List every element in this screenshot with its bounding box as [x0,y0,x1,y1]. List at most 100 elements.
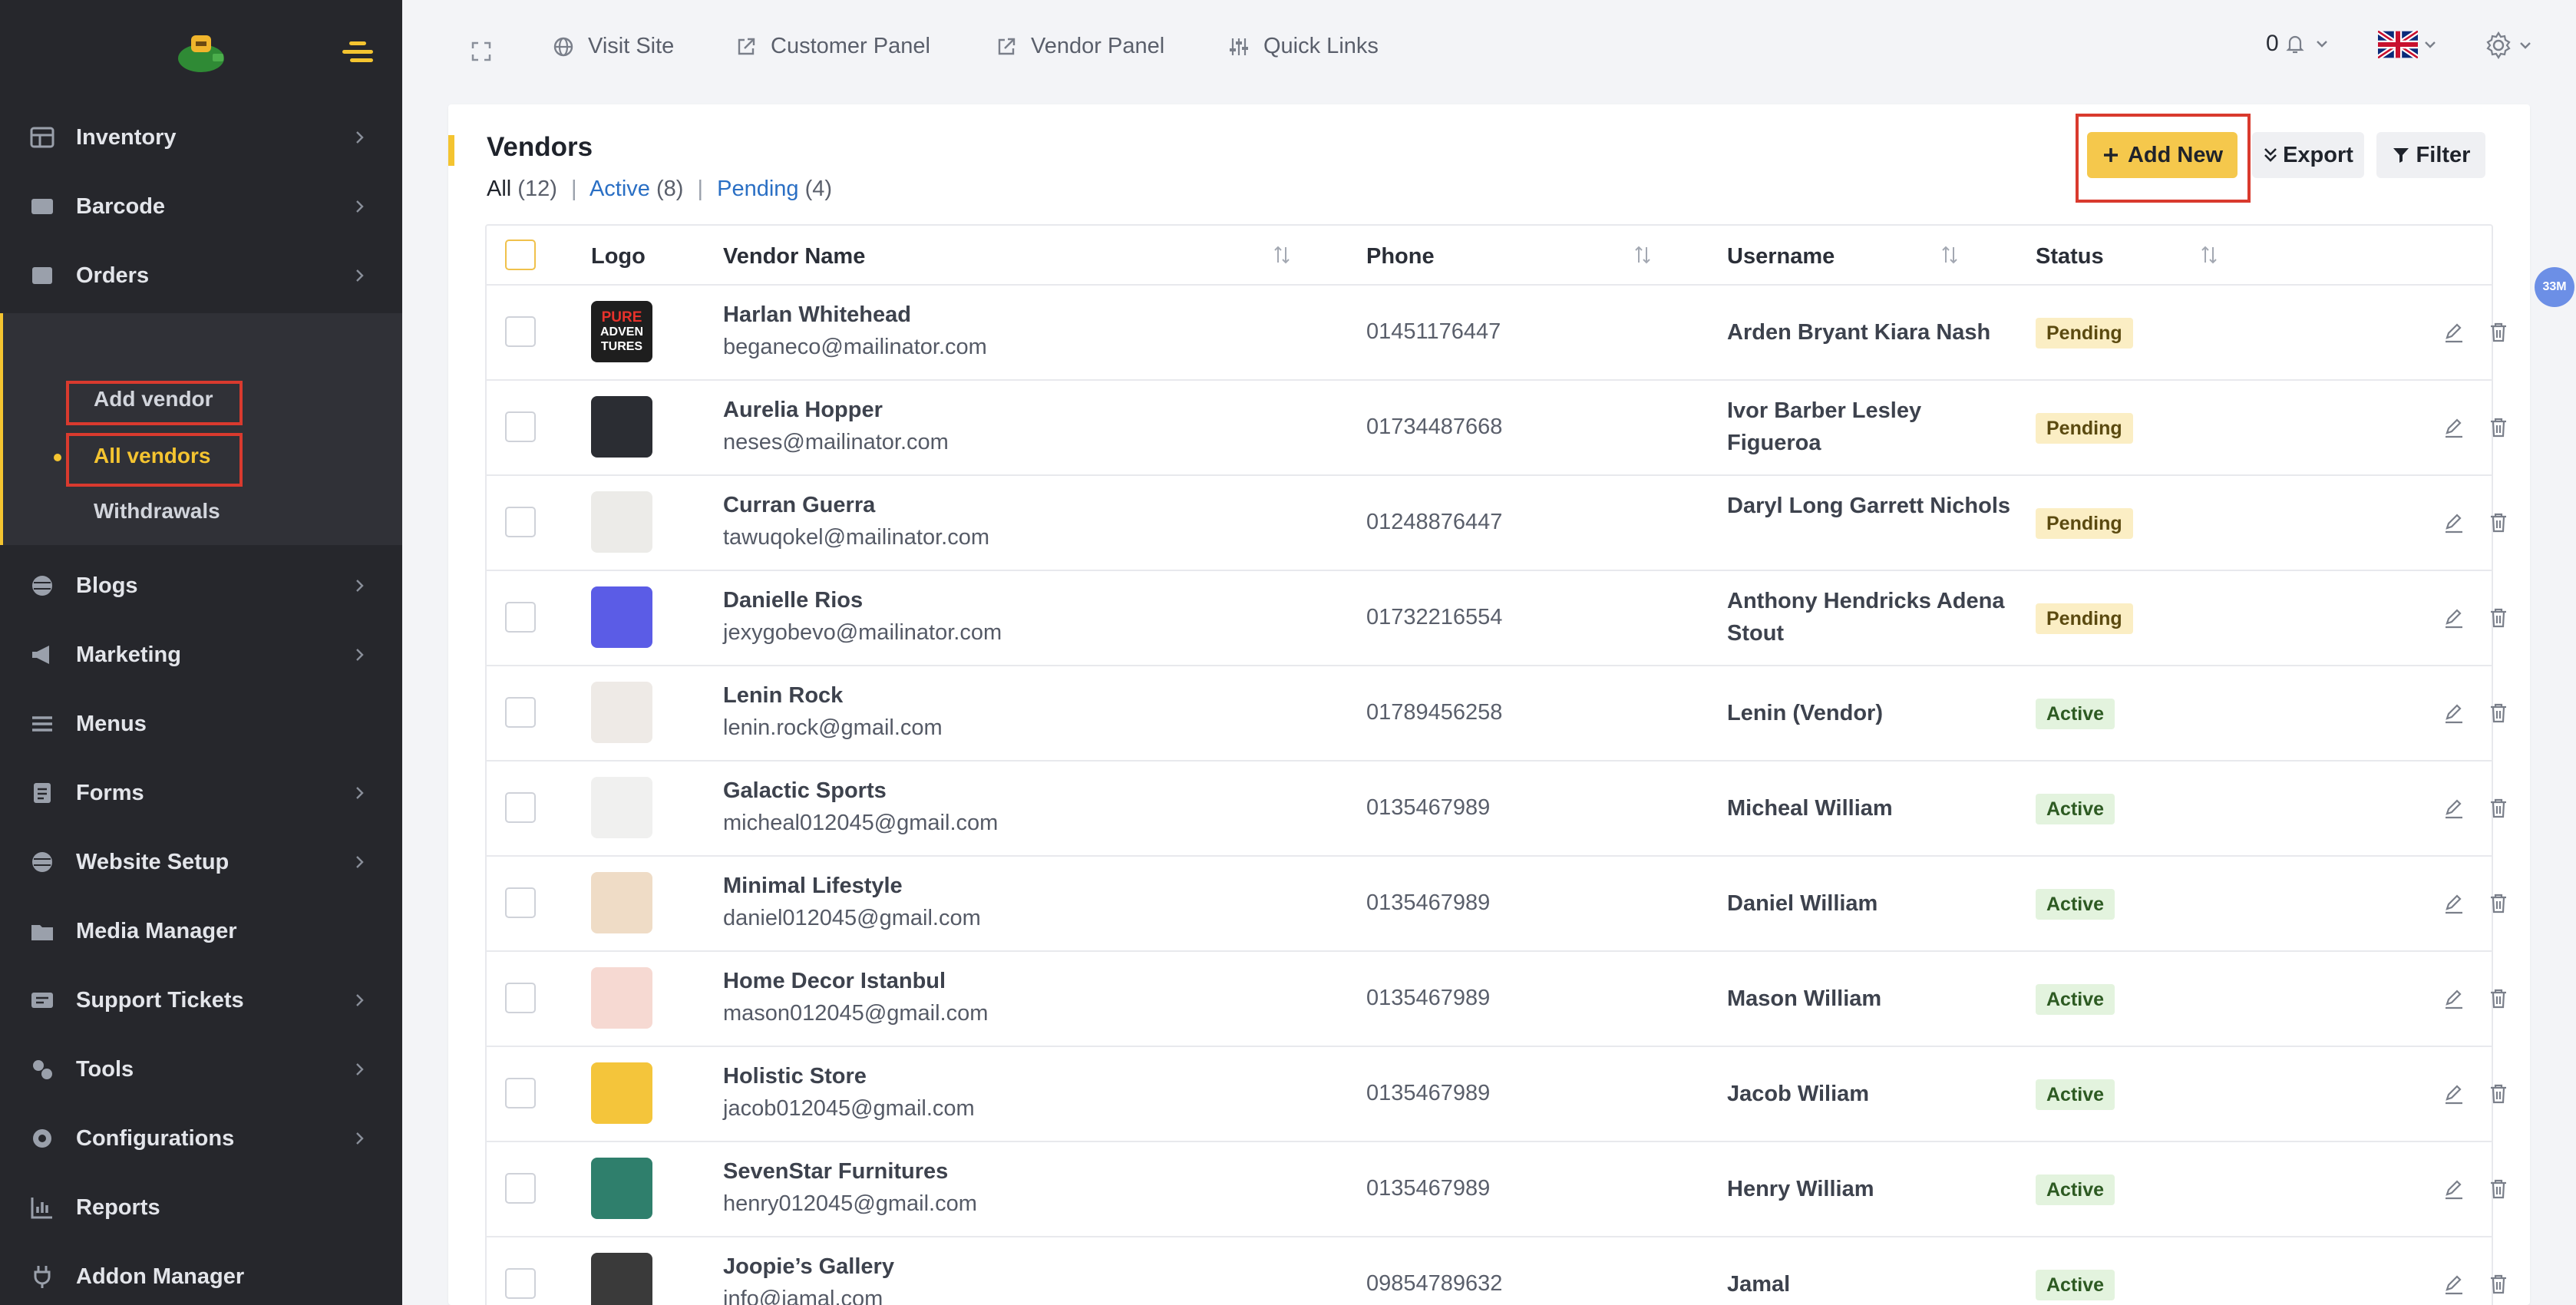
notifications-button[interactable]: 0 [2266,31,2330,57]
sidebar-item-orders[interactable]: Orders [0,241,402,310]
vendor-username: Mason William [1727,986,1882,1011]
row-checkbox[interactable] [505,1173,536,1204]
sidebar-item-media-manager[interactable]: Media Manager [0,897,402,966]
vendor-name[interactable]: Curran Guerra [723,493,875,518]
sidebar-item-configurations[interactable]: Configurations [0,1104,402,1173]
select-all-checkbox[interactable] [505,240,536,270]
table-row[interactable]: Aurelia Hopper neses@mailinator.com 0173… [485,381,2506,476]
sidebar-item-forms[interactable]: Forms [0,758,402,828]
edit-icon[interactable] [2442,892,2465,915]
trash-icon[interactable] [2487,416,2510,439]
sidebar-item-marketing[interactable]: Marketing [0,620,402,689]
trash-icon[interactable] [2487,702,2510,725]
trash-icon[interactable] [2487,1273,2510,1296]
sort-icon[interactable] [1940,243,1959,267]
column-header-status[interactable]: Status [2036,244,2104,269]
topbar: Visit Site Customer Panel Vendor Panel Q… [402,0,2576,103]
trash-icon[interactable] [2487,321,2510,344]
sidebar-item-reports[interactable]: Reports [0,1173,402,1242]
sidebar-item-blogs[interactable]: Blogs [0,551,402,620]
table-row[interactable]: Lenin Rock lenin.rock@gmail.com 01789456… [485,666,2506,762]
vendor-name[interactable]: Joopie’s Gallery [723,1254,894,1280]
edit-icon[interactable] [2442,987,2465,1010]
brand-logo[interactable] [174,28,228,75]
table-row[interactable]: Home Decor Istanbul mason012045@gmail.co… [485,952,2506,1047]
trash-icon[interactable] [2487,1082,2510,1105]
sort-icon[interactable] [1273,243,1291,267]
trash-icon[interactable] [2487,606,2510,629]
filter-all[interactable]: All [487,177,511,201]
table-row[interactable]: Joopie’s Gallery info@jamal.com 09854789… [485,1237,2506,1305]
row-checkbox[interactable] [505,697,536,728]
edit-icon[interactable] [2442,511,2465,534]
trash-icon[interactable] [2487,892,2510,915]
vendor-name[interactable]: SevenStar Furnitures [723,1159,948,1184]
menu-toggle-icon[interactable] [342,40,373,64]
sidebar-subitem-withdrawals[interactable]: Withdrawals [94,499,220,524]
sidebar-item-website-setup[interactable]: Website Setup [0,828,402,897]
trash-icon[interactable] [2487,797,2510,820]
trash-icon[interactable] [2487,987,2510,1010]
table-row[interactable]: Minimal Lifestyle daniel012045@gmail.com… [485,857,2506,952]
row-checkbox[interactable] [505,1078,536,1108]
sidebar-item-menus[interactable]: Menus [0,689,402,758]
row-checkbox[interactable] [505,983,536,1013]
edit-icon[interactable] [2442,321,2465,344]
row-checkbox[interactable] [505,1268,536,1299]
vendor-name[interactable]: Lenin Rock [723,683,843,709]
filter-pending[interactable]: Pending [717,177,798,201]
sidebar-item-support-tickets[interactable]: Support Tickets [0,966,402,1035]
sidebar-item-addon-manager[interactable]: Addon Manager [0,1242,402,1305]
column-header-phone[interactable]: Phone [1366,244,1435,269]
vendor-name[interactable]: Home Decor Istanbul [723,969,946,994]
table-row[interactable]: Danielle Rios jexygobevo@mailinator.com … [485,571,2506,666]
edit-icon[interactable] [2442,702,2465,725]
column-header-vendor-name[interactable]: Vendor Name [723,244,865,269]
row-checkbox[interactable] [505,507,536,537]
edit-icon[interactable] [2442,797,2465,820]
row-checkbox[interactable] [505,411,536,442]
vendor-logo: PURE ADVEN TURES [591,301,652,362]
edit-icon[interactable] [2442,1273,2465,1296]
sidebar-item-tools[interactable]: Tools [0,1035,402,1104]
sidebar-item-inventory[interactable]: Inventory [0,103,402,172]
edit-icon[interactable] [2442,606,2465,629]
filter-active[interactable]: Active [590,177,650,201]
floating-badge[interactable]: 33M [2535,267,2574,307]
column-header-username[interactable]: Username [1727,244,1835,269]
trash-icon[interactable] [2487,1178,2510,1201]
row-checkbox[interactable] [505,887,536,918]
visit-site-link[interactable]: Visit Site [553,34,674,59]
filter-button[interactable]: Filter [2376,132,2485,178]
sidebar-item-barcode[interactable]: Barcode [0,172,402,241]
table-row[interactable]: SevenStar Furnitures henry012045@gmail.c… [485,1142,2506,1237]
settings-button[interactable] [2484,31,2533,60]
sort-icon[interactable] [2200,243,2218,267]
vendor-name[interactable]: Holistic Store [723,1064,867,1089]
edit-icon[interactable] [2442,416,2465,439]
table-row[interactable]: PURE ADVEN TURES Harlan Whitehead begane… [485,286,2506,381]
language-selector[interactable] [2378,31,2438,58]
quick-links-link[interactable]: Quick Links [1228,34,1379,59]
vendor-name[interactable]: Danielle Rios [723,588,863,613]
customer-panel-link[interactable]: Customer Panel [735,34,930,59]
vendor-name[interactable]: Minimal Lifestyle [723,874,903,899]
export-button[interactable]: Export [2252,132,2364,178]
table-row[interactable]: Galactic Sports micheal012045@gmail.com … [485,762,2506,857]
row-checkbox[interactable] [505,602,536,633]
row-checkbox[interactable] [505,792,536,823]
table-row[interactable]: Holistic Store jacob012045@gmail.com 013… [485,1047,2506,1142]
vendor-name[interactable]: Aurelia Hopper [723,398,883,423]
edit-icon[interactable] [2442,1178,2465,1201]
vendor-name[interactable]: Galactic Sports [723,778,887,804]
trash-icon[interactable] [2487,511,2510,534]
table-row[interactable]: Curran Guerra tawuqokel@mailinator.com 0… [485,476,2506,571]
tools-icon [33,1060,52,1079]
vendor-name[interactable]: Harlan Whitehead [723,302,911,328]
sort-icon[interactable] [1633,243,1652,267]
vendor-panel-link[interactable]: Vendor Panel [996,34,1164,59]
vendor-phone: 0135467989 [1366,890,1491,915]
edit-icon[interactable] [2442,1082,2465,1105]
row-checkbox[interactable] [505,316,536,347]
fullscreen-icon[interactable] [471,41,491,61]
